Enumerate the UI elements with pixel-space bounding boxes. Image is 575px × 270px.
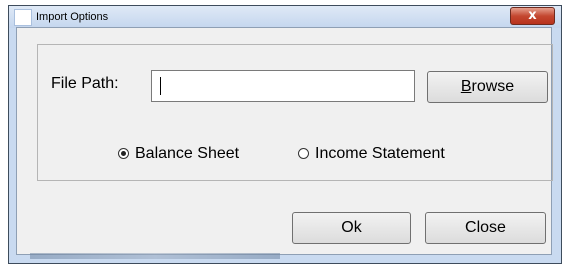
radio-income-statement[interactable]: Income Statement bbox=[298, 145, 445, 163]
window-title: Import Options bbox=[36, 11, 109, 23]
income-statement-label: Income Statement bbox=[315, 145, 445, 162]
radio-unselected-icon[interactable] bbox=[298, 147, 309, 159]
close-button[interactable]: Close bbox=[425, 212, 546, 244]
file-path-label: File Path: bbox=[51, 75, 119, 92]
app-icon bbox=[14, 9, 32, 26]
browse-button[interactable]: Browse bbox=[427, 71, 548, 103]
window-close-button[interactable]: x bbox=[510, 7, 555, 25]
text-caret bbox=[160, 77, 161, 95]
window-frame-shadow bbox=[30, 253, 280, 259]
radio-selected-icon[interactable] bbox=[118, 147, 129, 159]
title-bar[interactable]: Import Options x bbox=[9, 6, 561, 28]
browse-label: rowse bbox=[471, 78, 515, 95]
file-path-input[interactable] bbox=[151, 70, 415, 102]
options-group-box bbox=[37, 44, 553, 181]
balance-sheet-label: Balance Sheet bbox=[135, 145, 240, 162]
close-icon: x bbox=[528, 8, 537, 23]
browse-accelerator: B bbox=[460, 78, 472, 95]
radio-balance-sheet[interactable]: Balance Sheet bbox=[118, 145, 239, 163]
ok-button[interactable]: Ok bbox=[292, 212, 411, 244]
